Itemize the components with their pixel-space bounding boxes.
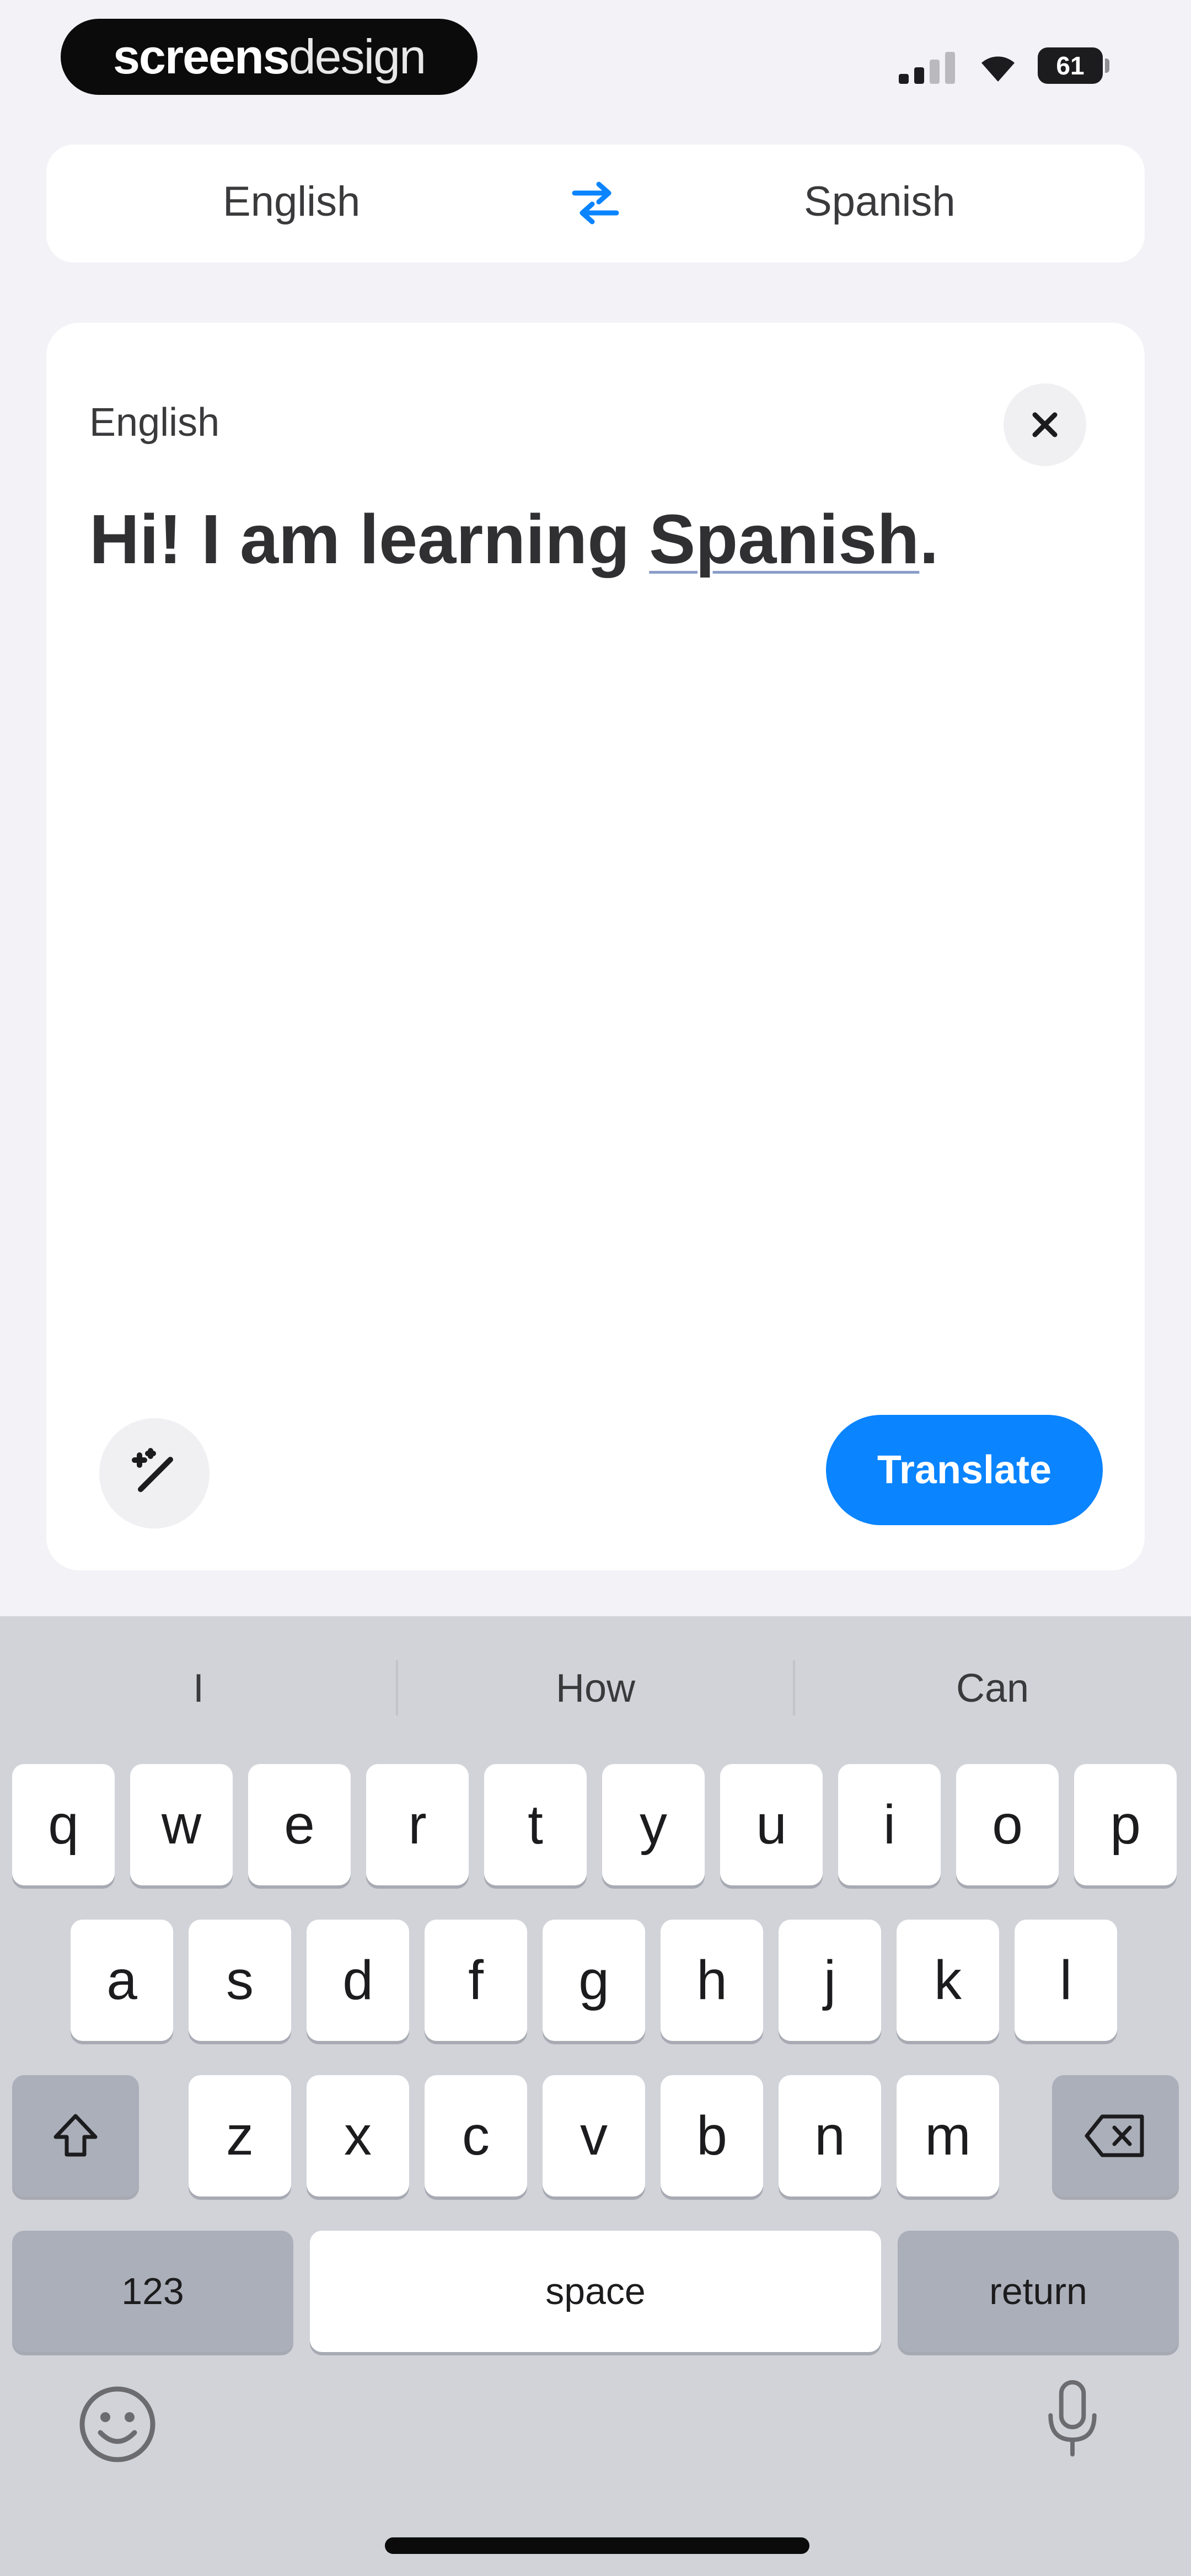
key-y[interactable]: y <box>602 1764 705 1885</box>
key-g[interactable]: g <box>543 1920 645 2041</box>
spellcheck-word: Spanish <box>649 500 920 578</box>
brand-logo-bold: screens <box>112 29 290 84</box>
key-b[interactable]: b <box>661 2075 763 2196</box>
key-j[interactable]: j <box>779 1920 881 2041</box>
suggestion-2[interactable]: How <box>397 1666 794 1711</box>
swap-arrows-icon[interactable] <box>570 178 621 228</box>
target-language-button[interactable]: Spanish <box>804 178 956 226</box>
input-text-end: . <box>919 500 939 578</box>
battery-tip <box>1105 58 1109 73</box>
key-z[interactable]: z <box>189 2075 291 2196</box>
emoji-icon[interactable] <box>76 2383 159 2466</box>
key-r[interactable]: r <box>366 1764 469 1885</box>
key-i[interactable]: i <box>838 1764 941 1885</box>
key-e[interactable]: e <box>248 1764 351 1885</box>
input-text-part: Hi! I am learning <box>89 500 650 578</box>
key-k[interactable]: k <box>897 1920 999 2041</box>
cellular-signal-icon <box>899 50 959 84</box>
source-text-input[interactable]: Hi! I am learning Spanish. <box>89 499 1098 579</box>
key-x[interactable]: x <box>307 2075 409 2196</box>
microphone-icon[interactable] <box>1031 2377 1114 2460</box>
key-w[interactable]: w <box>130 1764 233 1885</box>
key-q[interactable]: q <box>12 1764 115 1885</box>
brand-logo-light: design <box>288 29 426 84</box>
key-u[interactable]: u <box>720 1764 823 1885</box>
numbers-key[interactable]: 123 <box>12 2231 293 2352</box>
input-language-label: English <box>89 400 220 445</box>
key-c[interactable]: c <box>425 2075 527 2196</box>
key-l[interactable]: l <box>1015 1920 1117 2041</box>
magic-wand-button[interactable] <box>99 1418 210 1529</box>
key-n[interactable]: n <box>779 2075 881 2196</box>
key-t[interactable]: t <box>484 1764 587 1885</box>
key-d[interactable]: d <box>307 1920 409 2041</box>
return-key[interactable]: return <box>898 2231 1179 2352</box>
source-language-button[interactable]: English <box>223 178 360 226</box>
key-m[interactable]: m <box>897 2075 999 2196</box>
suggestion-1[interactable]: I <box>0 1666 397 1711</box>
key-o[interactable]: o <box>956 1764 1059 1885</box>
close-icon <box>1032 412 1058 437</box>
keyboard: I How Can q w e r t y u i o p a s d f g … <box>0 1616 1191 2576</box>
battery-level: 61 <box>1056 51 1085 80</box>
suggestion-3[interactable]: Can <box>794 1666 1191 1711</box>
key-p[interactable]: p <box>1074 1764 1177 1885</box>
shift-key[interactable] <box>12 2075 139 2196</box>
wifi-icon <box>981 56 1015 82</box>
shift-icon <box>53 2114 98 2157</box>
backspace-key[interactable] <box>1052 2075 1179 2196</box>
key-h[interactable]: h <box>661 1920 763 2041</box>
key-v[interactable]: v <box>543 2075 645 2196</box>
key-a[interactable]: a <box>71 1920 173 2041</box>
battery-indicator: 61 <box>1038 47 1103 84</box>
home-indicator <box>385 2537 809 2554</box>
translate-button[interactable]: Translate <box>826 1415 1103 1525</box>
brand-logo: screens design <box>61 19 478 95</box>
backspace-icon <box>1085 2114 1144 2157</box>
key-f[interactable]: f <box>425 1920 527 2041</box>
magic-wand-icon <box>132 1448 173 1492</box>
key-s[interactable]: s <box>189 1920 291 2041</box>
input-card: English Hi! I am learning Spanish. Trans… <box>46 323 1145 1570</box>
space-key[interactable]: space <box>310 2231 881 2352</box>
clear-button[interactable] <box>1004 383 1086 466</box>
